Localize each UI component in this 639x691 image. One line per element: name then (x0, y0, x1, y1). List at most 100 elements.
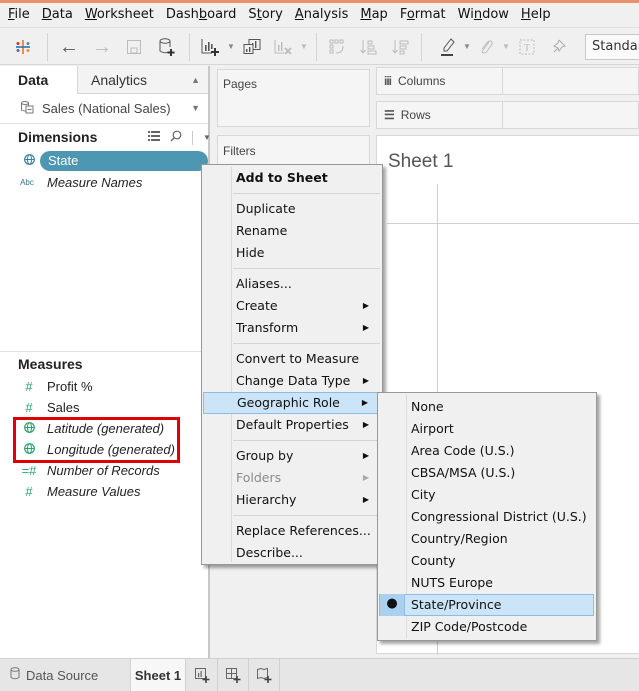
menu-item-label: Airport (411, 421, 454, 436)
show-mark-labels-icon[interactable]: T (515, 35, 539, 59)
geo-role-county[interactable]: County (379, 550, 594, 572)
redo-icon[interactable]: → (90, 35, 114, 59)
geo-role-country-region[interactable]: Country/Region (379, 528, 594, 550)
columns-shelf[interactable]: iii Columns (376, 67, 639, 95)
dimension-field-measure-names[interactable]: Abc Measure Names (0, 172, 208, 193)
menu-analysis[interactable]: Analysis (289, 3, 355, 27)
tab-analytics-label: Analytics (91, 72, 148, 88)
menu-item-add-to-sheet[interactable]: Add to Sheet (203, 167, 381, 189)
menu-dashboard[interactable]: Dashboard (160, 3, 243, 27)
radio-bullet-icon: ● (380, 594, 405, 616)
menu-item-group-by[interactable]: Group by ▶ (203, 445, 381, 467)
tab-data[interactable]: Data (0, 66, 77, 94)
menu-item-convert-to-measure[interactable]: Convert to Measure (203, 348, 381, 370)
group-dropdown-icon[interactable]: ▼ (502, 42, 510, 51)
duplicate-sheet-icon[interactable] (240, 35, 264, 59)
geo-role-area-code-u-s[interactable]: Area Code (U.S.) (379, 440, 594, 462)
menu-worksheet[interactable]: Worksheet (79, 3, 160, 27)
geo-role-nuts-europe[interactable]: NUTS Europe (379, 572, 594, 594)
geo-role-city[interactable]: City (379, 484, 594, 506)
menu-data[interactable]: Data (36, 3, 79, 27)
fit-select[interactable]: Standard (585, 34, 639, 60)
menu-separator (233, 515, 380, 516)
menu-item-replace-references[interactable]: Replace References... (203, 520, 381, 542)
new-worksheet-icon[interactable] (198, 35, 222, 59)
sheet-title[interactable]: Sheet 1 (388, 151, 454, 173)
measures-heading: Measures (18, 356, 83, 372)
menu-story[interactable]: Story (242, 3, 288, 27)
menu-item-label: Transform (236, 320, 299, 335)
tab-analytics[interactable]: Analytics ▲ ▼ (77, 66, 208, 113)
string-type-icon: Abc (20, 178, 34, 187)
geo-role-airport[interactable]: Airport (379, 418, 594, 440)
menu-help[interactable]: Help (515, 3, 557, 27)
sort-ascending-icon[interactable] (356, 35, 380, 59)
menu-window[interactable]: Window (452, 3, 515, 27)
tableau-logo-icon[interactable] (11, 35, 35, 59)
menu-item-label: NUTS Europe (411, 575, 494, 590)
measure-field-profit[interactable]: # Profit % (0, 376, 208, 397)
search-icon[interactable] (170, 130, 182, 145)
menu-item-describe[interactable]: Describe... (203, 542, 381, 564)
number-type-icon: # (25, 379, 33, 394)
measure-field-measure-values[interactable]: # Measure Values (0, 481, 208, 502)
new-story-tab-icon[interactable] (249, 659, 280, 691)
swap-icon[interactable] (325, 35, 349, 59)
annotation-highlight-box (13, 417, 180, 463)
new-dashboard-tab-icon[interactable] (218, 659, 249, 691)
field-name: Sales (47, 400, 80, 415)
fix-axes-icon[interactable] (546, 35, 570, 59)
menu-item-label: Describe... (236, 545, 303, 560)
submenu-arrow-icon: ▶ (362, 376, 369, 385)
undo-icon[interactable]: ← (57, 35, 81, 59)
group-members-icon[interactable] (474, 35, 498, 59)
rows-icon: ☰ (384, 108, 395, 122)
menu-item-geographic-role[interactable]: Geographic Role ▶ (203, 392, 381, 414)
highlight-dropdown-icon[interactable]: ▼ (463, 42, 471, 51)
view-data-icon[interactable] (148, 131, 160, 144)
field-context-menu: Add to Sheet Duplicate Rename Hide Aliases..… (201, 164, 383, 565)
new-worksheet-dropdown-icon[interactable]: ▼ (227, 42, 235, 51)
data-source-tab[interactable]: Data Source (0, 659, 130, 691)
menu-file[interactable]: File (2, 3, 36, 27)
geo-role-zip-code-postcode[interactable]: ZIP Code/Postcode (379, 616, 594, 638)
menu-item-duplicate[interactable]: Duplicate (203, 198, 381, 220)
clear-sheet-dropdown-icon[interactable]: ▼ (300, 42, 308, 51)
save-icon[interactable] (122, 35, 146, 59)
selected-field-pill[interactable]: State (40, 151, 208, 171)
measure-field-number-of-records[interactable]: =# Number of Records (0, 460, 208, 481)
menu-item-label: Country/Region (411, 531, 508, 546)
menu-item-change-data-type[interactable]: Change Data Type ▶ (203, 370, 381, 392)
dimensions-tools: ▼ (148, 130, 211, 145)
menu-map[interactable]: Map (354, 3, 393, 27)
menu-item-transform[interactable]: Transform ▶ (203, 317, 381, 339)
sheet-tab-sheet-1[interactable]: Sheet 1 (130, 659, 186, 691)
rows-shelf[interactable]: ☰ Rows (376, 101, 639, 129)
pages-shelf[interactable]: Pages (217, 69, 370, 127)
submenu-arrow-icon: ▶ (362, 451, 369, 460)
menu-item-aliases[interactable]: Aliases... (203, 273, 381, 295)
geo-role-cbsa-msa-u-s[interactable]: CBSA/MSA (U.S.) (379, 462, 594, 484)
geo-role-none[interactable]: None (379, 396, 594, 418)
clear-sheet-icon[interactable] (271, 35, 295, 59)
geo-role-congressional-district-u-s[interactable]: Congressional District (U.S.) (379, 506, 594, 528)
field-name: Number of Records (47, 463, 160, 478)
menu-format[interactable]: Format (394, 3, 452, 27)
highlight-icon[interactable] (436, 35, 460, 59)
menu-item-hide[interactable]: Hide (203, 242, 381, 264)
menu-item-label: CBSA/MSA (U.S.) (411, 465, 516, 480)
menu-item-rename[interactable]: Rename (203, 220, 381, 242)
data-source-item[interactable]: Sales (National Sales) (0, 94, 208, 124)
menu-item-folders[interactable]: Folders ▶ (203, 467, 381, 489)
menu-item-label: Duplicate (236, 201, 296, 216)
new-data-source-icon[interactable] (155, 35, 179, 59)
sort-descending-icon[interactable] (388, 35, 412, 59)
menu-item-hierarchy[interactable]: Hierarchy ▶ (203, 489, 381, 511)
geo-role-state-province[interactable]: ● State/Province (379, 594, 594, 616)
measure-field-sales[interactable]: # Sales (0, 397, 208, 418)
menu-item-default-properties[interactable]: Default Properties ▶ (203, 414, 381, 436)
submenu-arrow-icon: ▶ (361, 398, 368, 407)
menu-item-create[interactable]: Create ▶ (203, 295, 381, 317)
dimensions-menu-icon[interactable]: ▼ (203, 133, 211, 142)
new-worksheet-tab-icon[interactable] (187, 659, 218, 691)
